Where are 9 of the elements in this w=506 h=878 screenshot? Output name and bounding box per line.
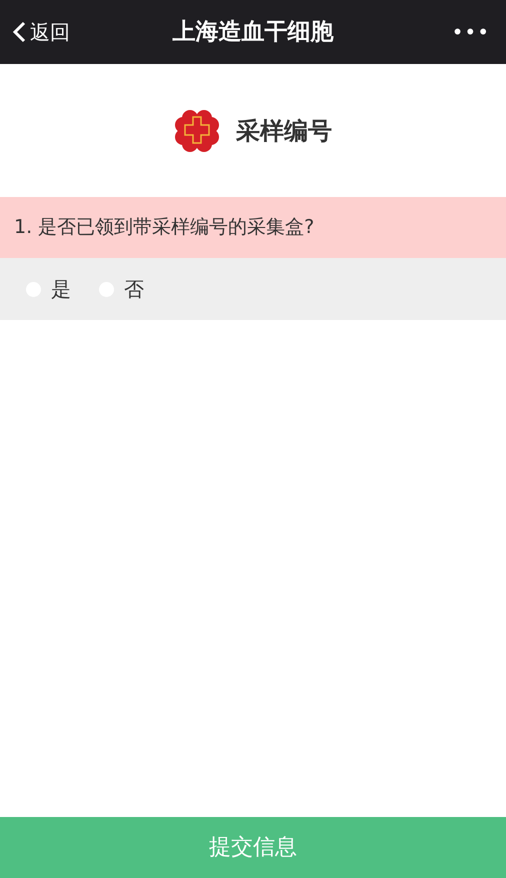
radio-option[interactable]: 是 — [26, 274, 71, 304]
chevron-left-icon — [12, 21, 26, 43]
page-title: 上海造血干细胞 — [172, 18, 334, 47]
more-button[interactable]: ••• — [452, 17, 506, 47]
logo-icon — [174, 108, 220, 152]
section-title: 采样编号 — [236, 116, 332, 146]
question-text: 1. 是否已领到带采样编号的采集盒? — [14, 215, 314, 240]
back-button[interactable]: 返回 — [0, 17, 70, 47]
radio-option[interactable]: 否 — [99, 274, 144, 304]
